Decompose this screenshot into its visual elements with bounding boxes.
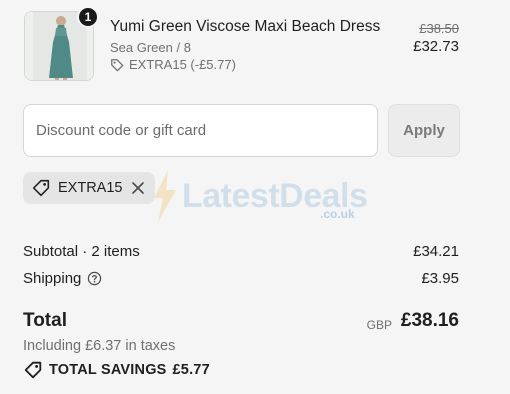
apply-button[interactable]: Apply bbox=[388, 104, 460, 157]
shipping-label: Shipping bbox=[23, 270, 102, 287]
tag-icon bbox=[24, 361, 42, 379]
total-savings-value: £5.77 bbox=[172, 362, 210, 378]
lightning-icon bbox=[154, 170, 176, 222]
product-variant: Sea Green / 8 bbox=[110, 40, 191, 55]
shipping-label-text: Shipping bbox=[23, 270, 82, 287]
taxes-note: Including £6.37 in taxes bbox=[23, 338, 176, 354]
applied-discount-chip: EXTRA15 bbox=[23, 172, 156, 204]
applied-code-label: EXTRA15 bbox=[58, 180, 123, 196]
tag-icon bbox=[32, 179, 50, 197]
currency-code: GBP bbox=[366, 318, 392, 332]
help-icon[interactable] bbox=[87, 271, 102, 286]
discount-code-input[interactable] bbox=[23, 104, 378, 157]
shipping-value: £3.95 bbox=[421, 270, 459, 287]
tag-icon bbox=[111, 58, 124, 71]
product-discount: EXTRA15 (-£5.77) bbox=[110, 57, 236, 72]
total-label: Total bbox=[23, 310, 67, 331]
total-savings: TOTAL SAVINGS £5.77 bbox=[23, 361, 210, 379]
quantity-badge: 1 bbox=[77, 6, 99, 28]
remove-discount-icon[interactable] bbox=[130, 180, 146, 196]
total-value: £38.16 bbox=[400, 310, 459, 331]
total-savings-label: TOTAL SAVINGS bbox=[49, 362, 167, 378]
watermark-domain: .co.uk bbox=[320, 207, 355, 221]
subtotal-label: Subtotal · 2 items bbox=[23, 243, 140, 260]
product-price: £32.73 bbox=[413, 38, 459, 55]
product-discount-label: EXTRA15 (-£5.77) bbox=[129, 57, 236, 72]
subtotal-value: £34.21 bbox=[413, 243, 459, 260]
original-price: £38.50 bbox=[419, 21, 459, 36]
subtotal-label-text: Subtotal · 2 items bbox=[23, 243, 140, 260]
product-title: Yumi Green Viscose Maxi Beach Dress bbox=[110, 18, 381, 35]
